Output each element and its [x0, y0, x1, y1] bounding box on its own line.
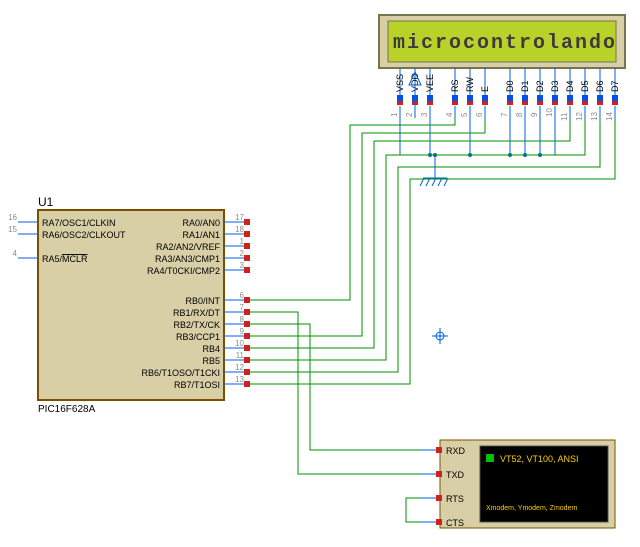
gnd-symbol — [420, 155, 448, 186]
svg-text:RB7/T1OSI: RB7/T1OSI — [174, 380, 220, 390]
data-bus-lcd — [250, 118, 615, 384]
svg-text:11: 11 — [560, 112, 569, 121]
mcu-u1: U1 PIC16F628A 16 RA7/OSC1/CLKIN 15 RA6/O… — [8, 195, 250, 415]
svg-text:12: 12 — [235, 363, 244, 372]
svg-text:18: 18 — [235, 225, 244, 234]
svg-text:VEE: VEE — [425, 74, 435, 92]
svg-text:2: 2 — [405, 112, 414, 117]
schematic-canvas: microcontrolando VSS 1 VDD 2 — [0, 0, 640, 547]
svg-text:D6: D6 — [595, 80, 605, 92]
svg-text:13: 13 — [590, 112, 599, 121]
terminal-line1: VT52, VT100, ANSI — [500, 454, 579, 464]
svg-text:17: 17 — [235, 213, 244, 222]
svg-text:VSS: VSS — [395, 74, 405, 92]
mcu-part: PIC16F628A — [38, 404, 96, 415]
mcu-refdes: U1 — [38, 195, 54, 209]
svg-text:6: 6 — [240, 291, 245, 300]
svg-text:RA5/MCLR: RA5/MCLR — [42, 254, 88, 264]
svg-text:RS: RS — [450, 79, 460, 92]
svg-text:4: 4 — [13, 249, 18, 258]
svg-text:3: 3 — [420, 112, 429, 117]
svg-text:8: 8 — [515, 112, 524, 117]
svg-text:D2: D2 — [535, 80, 545, 92]
svg-text:RA0/AN0: RA0/AN0 — [182, 218, 220, 228]
svg-text:RA7/OSC1/CLKIN: RA7/OSC1/CLKIN — [42, 218, 116, 228]
svg-text:16: 16 — [8, 213, 17, 222]
svg-text:RB5: RB5 — [202, 356, 220, 366]
svg-text:13: 13 — [235, 375, 244, 384]
svg-text:D0: D0 — [505, 80, 515, 92]
virtual-terminal: VT52, VT100, ANSI Xmodem, Ymodem, Zmodem… — [420, 440, 615, 528]
svg-text:RB0/INT: RB0/INT — [185, 296, 220, 306]
svg-text:D4: D4 — [565, 80, 575, 92]
svg-text:RA3/AN3/CMP1: RA3/AN3/CMP1 — [155, 254, 220, 264]
svg-text:10: 10 — [235, 339, 244, 348]
svg-text:RXD: RXD — [446, 446, 466, 456]
svg-text:5: 5 — [460, 112, 469, 117]
svg-text:RA6/OSC2/CLKOUT: RA6/OSC2/CLKOUT — [42, 230, 126, 240]
svg-text:D5: D5 — [580, 80, 590, 92]
svg-text:9: 9 — [240, 327, 245, 336]
svg-text:1: 1 — [240, 237, 245, 246]
svg-text:10: 10 — [545, 108, 554, 117]
svg-text:9: 9 — [530, 112, 539, 117]
svg-text:D3: D3 — [550, 80, 560, 92]
terminal-line2: Xmodem, Ymodem, Zmodem — [486, 505, 577, 512]
svg-text:6: 6 — [475, 112, 484, 117]
svg-text:12: 12 — [575, 112, 584, 121]
lcd-display-text: microcontrolando — [393, 32, 617, 55]
svg-text:TXD: TXD — [446, 470, 465, 480]
svg-text:RB3/CCP1: RB3/CCP1 — [176, 332, 220, 342]
svg-text:RTS: RTS — [446, 494, 464, 504]
svg-text:RA4/T0CKI/CMP2: RA4/T0CKI/CMP2 — [147, 266, 220, 276]
svg-text:2: 2 — [240, 249, 245, 258]
cursor-crosshair-icon — [432, 328, 448, 344]
svg-text:7: 7 — [500, 112, 509, 117]
svg-text:RB2/TX/CK: RB2/TX/CK — [173, 320, 220, 330]
svg-text:E: E — [480, 86, 490, 92]
svg-text:11: 11 — [236, 351, 245, 360]
svg-text:RB1/RX/DT: RB1/RX/DT — [173, 308, 221, 318]
svg-text:1: 1 — [390, 112, 399, 117]
svg-text:RB4: RB4 — [202, 344, 220, 354]
svg-text:RA2/AN2/VREF: RA2/AN2/VREF — [156, 242, 221, 252]
svg-text:15: 15 — [8, 225, 17, 234]
svg-text:RB6/T1OSO/T1CKI: RB6/T1OSO/T1CKI — [141, 368, 220, 378]
svg-text:D1: D1 — [520, 80, 530, 92]
svg-text:7: 7 — [240, 303, 245, 312]
svg-text:RW: RW — [465, 77, 475, 92]
svg-text:4: 4 — [445, 112, 454, 117]
gnd-bus-wires — [400, 118, 555, 157]
lcd-module: microcontrolando VSS 1 VDD 2 — [379, 15, 625, 121]
svg-text:D7: D7 — [610, 80, 620, 92]
serial-bus — [250, 312, 420, 522]
svg-text:14: 14 — [605, 112, 614, 121]
svg-text:3: 3 — [240, 261, 245, 270]
svg-text:8: 8 — [240, 315, 245, 324]
svg-text:CTS: CTS — [446, 518, 464, 528]
svg-text:RA1/AN1: RA1/AN1 — [182, 230, 220, 240]
lcd-pin-row: VSS 1 VDD 2 VEE 3 — [390, 68, 620, 121]
